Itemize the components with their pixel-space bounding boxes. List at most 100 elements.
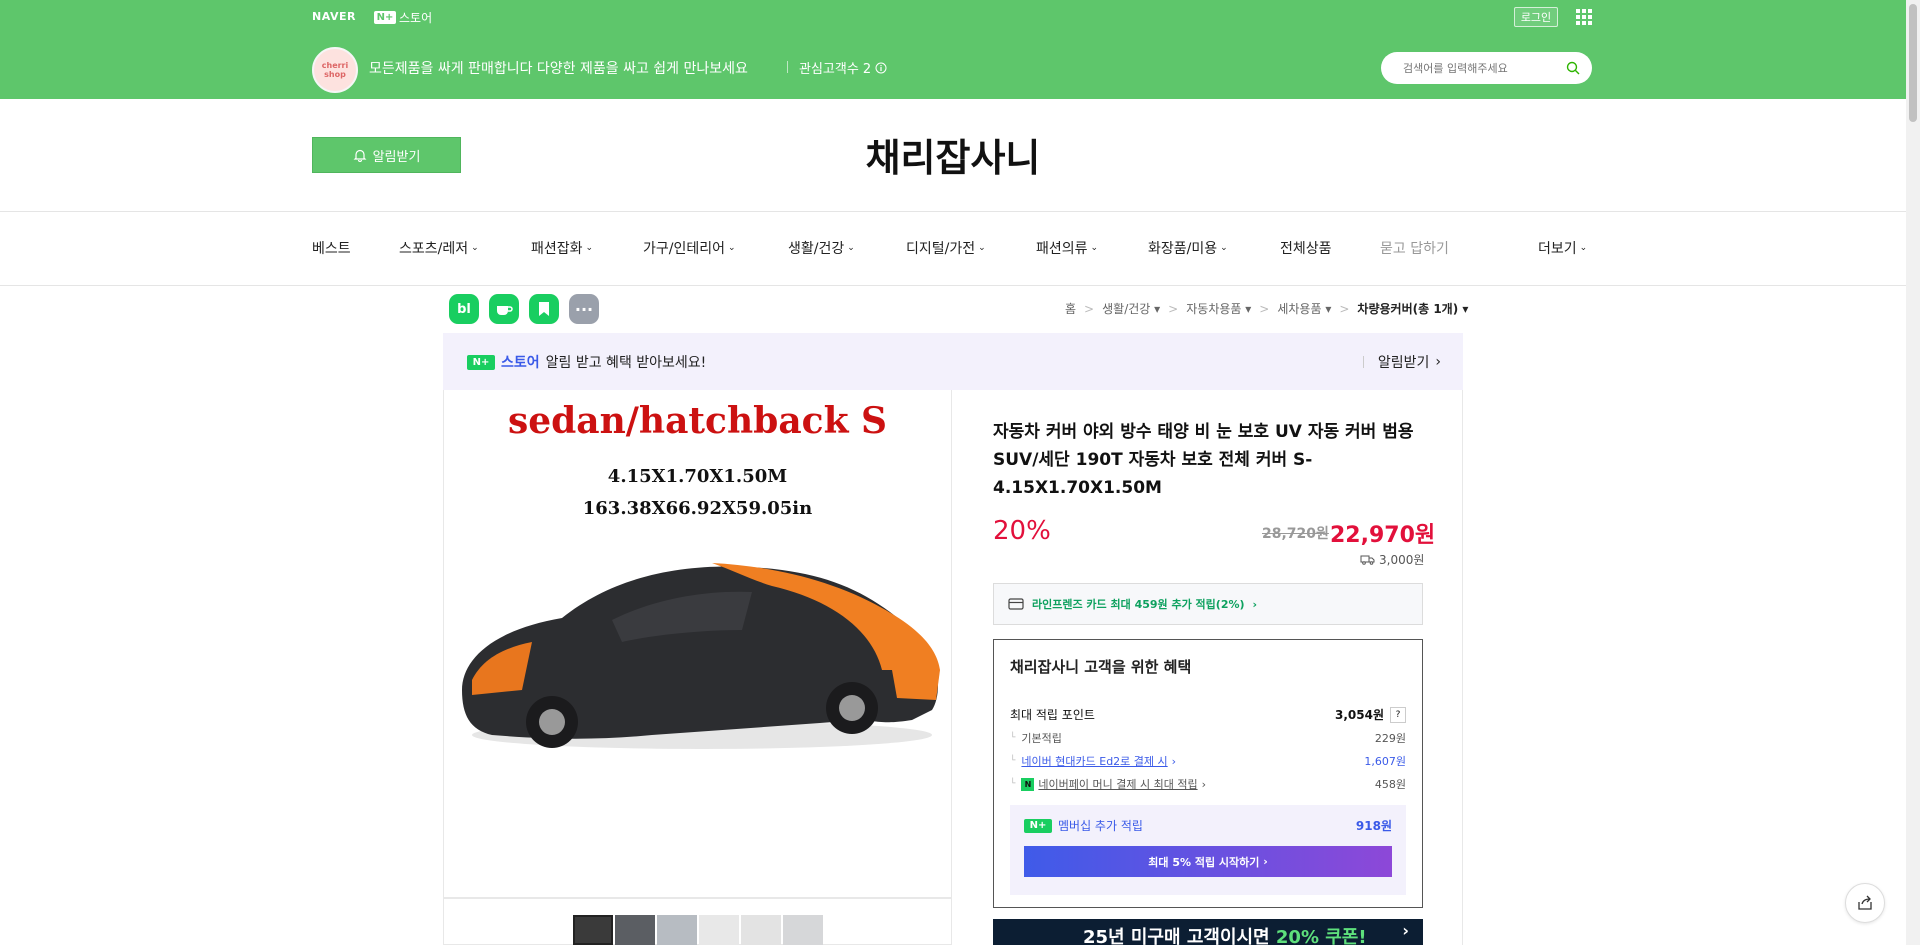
nav-item-qna[interactable]: 묻고 답하기 bbox=[1380, 238, 1449, 258]
breadcrumb-level-1[interactable]: 생활/건강 ▾ bbox=[1102, 300, 1160, 317]
store-search bbox=[1381, 52, 1592, 84]
credit-card-icon bbox=[1008, 598, 1024, 610]
search-icon[interactable] bbox=[1566, 61, 1580, 75]
nav-item-fashion-goods[interactable]: 패션잡화 ⌄ bbox=[531, 238, 593, 258]
card-benefit-text: 라인프렌즈 카드 최대 459원 추가 적립(2%) bbox=[1032, 598, 1245, 611]
chevron-down-icon: ⌄ bbox=[847, 243, 855, 253]
breadcrumb-label: 자동차용품 bbox=[1186, 302, 1242, 316]
store-avatar[interactable]: cherri shop bbox=[312, 47, 358, 93]
original-price: 28,720원 bbox=[1262, 526, 1329, 542]
nav-label: 가구/인테리어 bbox=[643, 241, 725, 257]
shipping-fee: 3,000원 bbox=[1360, 551, 1424, 568]
page-scrollbar[interactable] bbox=[1906, 0, 1920, 945]
nplus-badge: N+ bbox=[1024, 818, 1052, 833]
benefit-title: 채리잡사니 고객을 위한 혜택 bbox=[1010, 658, 1192, 676]
chevron-right-icon: > bbox=[1168, 301, 1179, 316]
product-main-image[interactable]: sedan/hatchback S 4.15X1.70X1.50M 163.38… bbox=[443, 390, 952, 898]
chevron-right-icon: › bbox=[1171, 754, 1177, 768]
chevron-down-icon: ⌄ bbox=[728, 243, 736, 253]
breadcrumb-label: 생활/건강 bbox=[1102, 302, 1151, 316]
info-icon bbox=[875, 62, 887, 73]
nav-item-living[interactable]: 생활/건강 ⌄ bbox=[788, 238, 855, 258]
breadcrumb: 홈 > 생활/건강 ▾ > 자동차용품 ▾ > 세차용품 ▾ > 차량용커버(총… bbox=[1065, 300, 1468, 317]
naver-logo[interactable]: NAVER bbox=[312, 10, 356, 23]
nav-item-digital[interactable]: 디지털/가전 ⌄ bbox=[906, 238, 986, 258]
product-title: 자동차 커버 야외 방수 태양 비 눈 보호 UV 자동 커버 범용 SUV/세… bbox=[993, 422, 1414, 498]
chevron-right-icon: › bbox=[1252, 597, 1258, 611]
truck-icon bbox=[1360, 555, 1375, 565]
coupon-text: 25년 미구매 고객이시면 bbox=[1083, 927, 1276, 945]
search-input[interactable] bbox=[1401, 60, 1565, 76]
nplus-badge: N+ bbox=[467, 354, 495, 370]
nav-item-cosmetics[interactable]: 화장품/미용 ⌄ bbox=[1148, 238, 1228, 258]
chevron-down-icon: ⌄ bbox=[978, 243, 986, 253]
nav-label: 베스트 bbox=[312, 241, 351, 257]
basic-points-value: 229원 bbox=[1374, 732, 1406, 745]
store-header bbox=[0, 34, 1906, 99]
nplus-subscribe-label: 알림받기 bbox=[1377, 355, 1430, 371]
nav-label: 스포츠/레저 bbox=[399, 241, 469, 257]
nplus-subscribe-link[interactable]: 알림받기 › bbox=[1363, 352, 1441, 372]
scrollbar-thumb[interactable] bbox=[1909, 4, 1917, 122]
nav-item-clothing[interactable]: 패션의류 ⌄ bbox=[1036, 238, 1098, 258]
chevron-down-icon: ⌄ bbox=[1579, 243, 1588, 253]
nav-item-all-products[interactable]: 전체상품 bbox=[1280, 238, 1332, 258]
breadcrumb-home[interactable]: 홈 bbox=[1065, 300, 1076, 317]
apps-grid-icon[interactable] bbox=[1576, 9, 1592, 25]
shipping-fee-value: 3,000원 bbox=[1379, 553, 1425, 567]
store-name[interactable]: 채리잡사니 bbox=[0, 127, 1906, 182]
nav-item-best[interactable]: 베스트 bbox=[312, 238, 351, 258]
nav-label: 디지털/가전 bbox=[906, 241, 976, 257]
thumbnail-strip bbox=[443, 898, 952, 945]
nav-label: 패션잡화 bbox=[531, 241, 583, 257]
chevron-down-icon: ⌄ bbox=[1090, 243, 1099, 253]
max-points-label: 최대 적립 포인트 bbox=[1010, 708, 1095, 722]
pay-points-value: 458원 bbox=[1374, 778, 1406, 791]
breadcrumb-level-2[interactable]: 자동차용품 ▾ bbox=[1186, 300, 1251, 317]
blog-share-icon[interactable]: bl bbox=[449, 294, 479, 324]
thumbnail-4[interactable] bbox=[699, 915, 739, 945]
bookmark-share-icon[interactable] bbox=[529, 294, 559, 324]
membership-label-row: N+ 멤버십 추가 적립 bbox=[1024, 817, 1143, 834]
nav-item-sports[interactable]: 스포츠/레저 ⌄ bbox=[399, 238, 479, 258]
fans-count-label: 관심고객수 2 bbox=[799, 62, 872, 77]
discount-rate: 20% bbox=[993, 516, 1051, 546]
pay-points-link[interactable]: 네이버페이 머니 결제 시 최대 적립 bbox=[1038, 776, 1197, 792]
customer-benefit-box: 채리잡사니 고객을 위한 혜택 최대 적립 포인트 3,054원? 기본적립 2… bbox=[993, 639, 1423, 908]
chevron-right-icon: > bbox=[1339, 301, 1350, 316]
thumbnail-3[interactable] bbox=[657, 915, 697, 945]
membership-box: N+ 멤버십 추가 적립 918원 최대 5% 적립 시작하기 › bbox=[1010, 805, 1406, 895]
nav-item-more[interactable]: 더보기 ⌄ bbox=[1538, 238, 1587, 258]
npay-icon: N bbox=[1021, 777, 1035, 791]
nav-item-furniture[interactable]: 가구/인테리어 ⌄ bbox=[643, 238, 736, 258]
nplus-store-label: 스토어 bbox=[399, 11, 433, 25]
breadcrumb-level-3[interactable]: 세차용품 ▾ bbox=[1277, 300, 1331, 317]
thumbnail-5[interactable] bbox=[741, 915, 781, 945]
fans-count[interactable]: 관심고객수 2 bbox=[799, 58, 887, 77]
card-benefit-row[interactable]: 라인프렌즈 카드 최대 459원 추가 적립(2%) › bbox=[993, 583, 1423, 625]
help-icon[interactable]: ? bbox=[1390, 706, 1406, 723]
card-points-row: 네이버 현대카드 Ed2로 결제 시 › 1,607원 bbox=[1010, 753, 1406, 769]
membership-start-button[interactable]: 최대 5% 적립 시작하기 › bbox=[1024, 846, 1392, 877]
nav-label: 생활/건강 bbox=[788, 241, 845, 257]
sale-price: 22,970원 bbox=[1330, 523, 1436, 548]
cafe-share-icon[interactable] bbox=[489, 294, 519, 324]
image-title: sedan/hatchback S bbox=[507, 400, 888, 442]
nplus-store-link[interactable]: N+ 스토어 bbox=[374, 9, 432, 26]
basic-points-row: 기본적립 229원 bbox=[1010, 730, 1406, 746]
chevron-right-icon: > bbox=[1084, 301, 1095, 316]
more-share-icon[interactable]: ··· bbox=[569, 294, 599, 324]
login-button[interactable]: 로그인 bbox=[1514, 7, 1558, 27]
divider bbox=[787, 61, 788, 73]
card-points-link[interactable]: 네이버 현대카드 Ed2로 결제 시 bbox=[1021, 753, 1167, 769]
coupon-banner-text: 25년 미구매 고객이시면 20% 쿠폰! bbox=[1083, 923, 1367, 945]
share-button[interactable] bbox=[1845, 883, 1885, 923]
basic-points-label: 기본적립 bbox=[1010, 730, 1061, 746]
pay-points-row: N네이버페이 머니 결제 시 최대 적립 › 458원 bbox=[1010, 776, 1406, 792]
coupon-banner[interactable]: 25년 미구매 고객이시면 20% 쿠폰! › bbox=[993, 919, 1423, 945]
thumbnail-6[interactable] bbox=[783, 915, 823, 945]
breadcrumb-current[interactable]: 차량용커버(총 1개) ▾ bbox=[1357, 300, 1468, 317]
thumbnail-2[interactable] bbox=[615, 915, 655, 945]
membership-value: 918원 bbox=[1355, 819, 1392, 833]
thumbnail-1[interactable] bbox=[573, 915, 613, 945]
